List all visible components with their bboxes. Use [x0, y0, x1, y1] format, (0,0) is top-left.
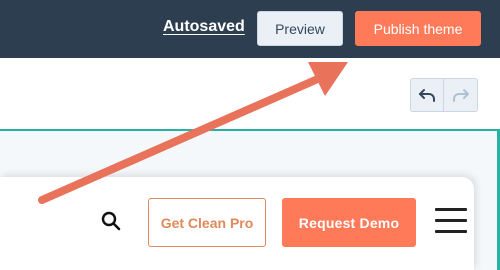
- autosaved-status-link[interactable]: Autosaved: [163, 18, 245, 36]
- search-icon[interactable]: [100, 210, 122, 232]
- redo-button[interactable]: [444, 79, 477, 111]
- preview-button[interactable]: Preview: [257, 11, 343, 46]
- publish-theme-button[interactable]: Publish theme: [355, 11, 481, 46]
- request-demo-button[interactable]: Request Demo: [282, 198, 416, 247]
- get-clean-pro-button[interactable]: Get Clean Pro: [148, 198, 266, 247]
- hamburger-menu-icon[interactable]: [435, 208, 467, 236]
- undo-redo-group: [410, 78, 478, 112]
- undo-button[interactable]: [411, 79, 445, 111]
- undo-icon: [419, 89, 435, 102]
- editor-top-bar: Autosaved Preview Publish theme: [0, 0, 500, 58]
- redo-icon: [452, 89, 469, 102]
